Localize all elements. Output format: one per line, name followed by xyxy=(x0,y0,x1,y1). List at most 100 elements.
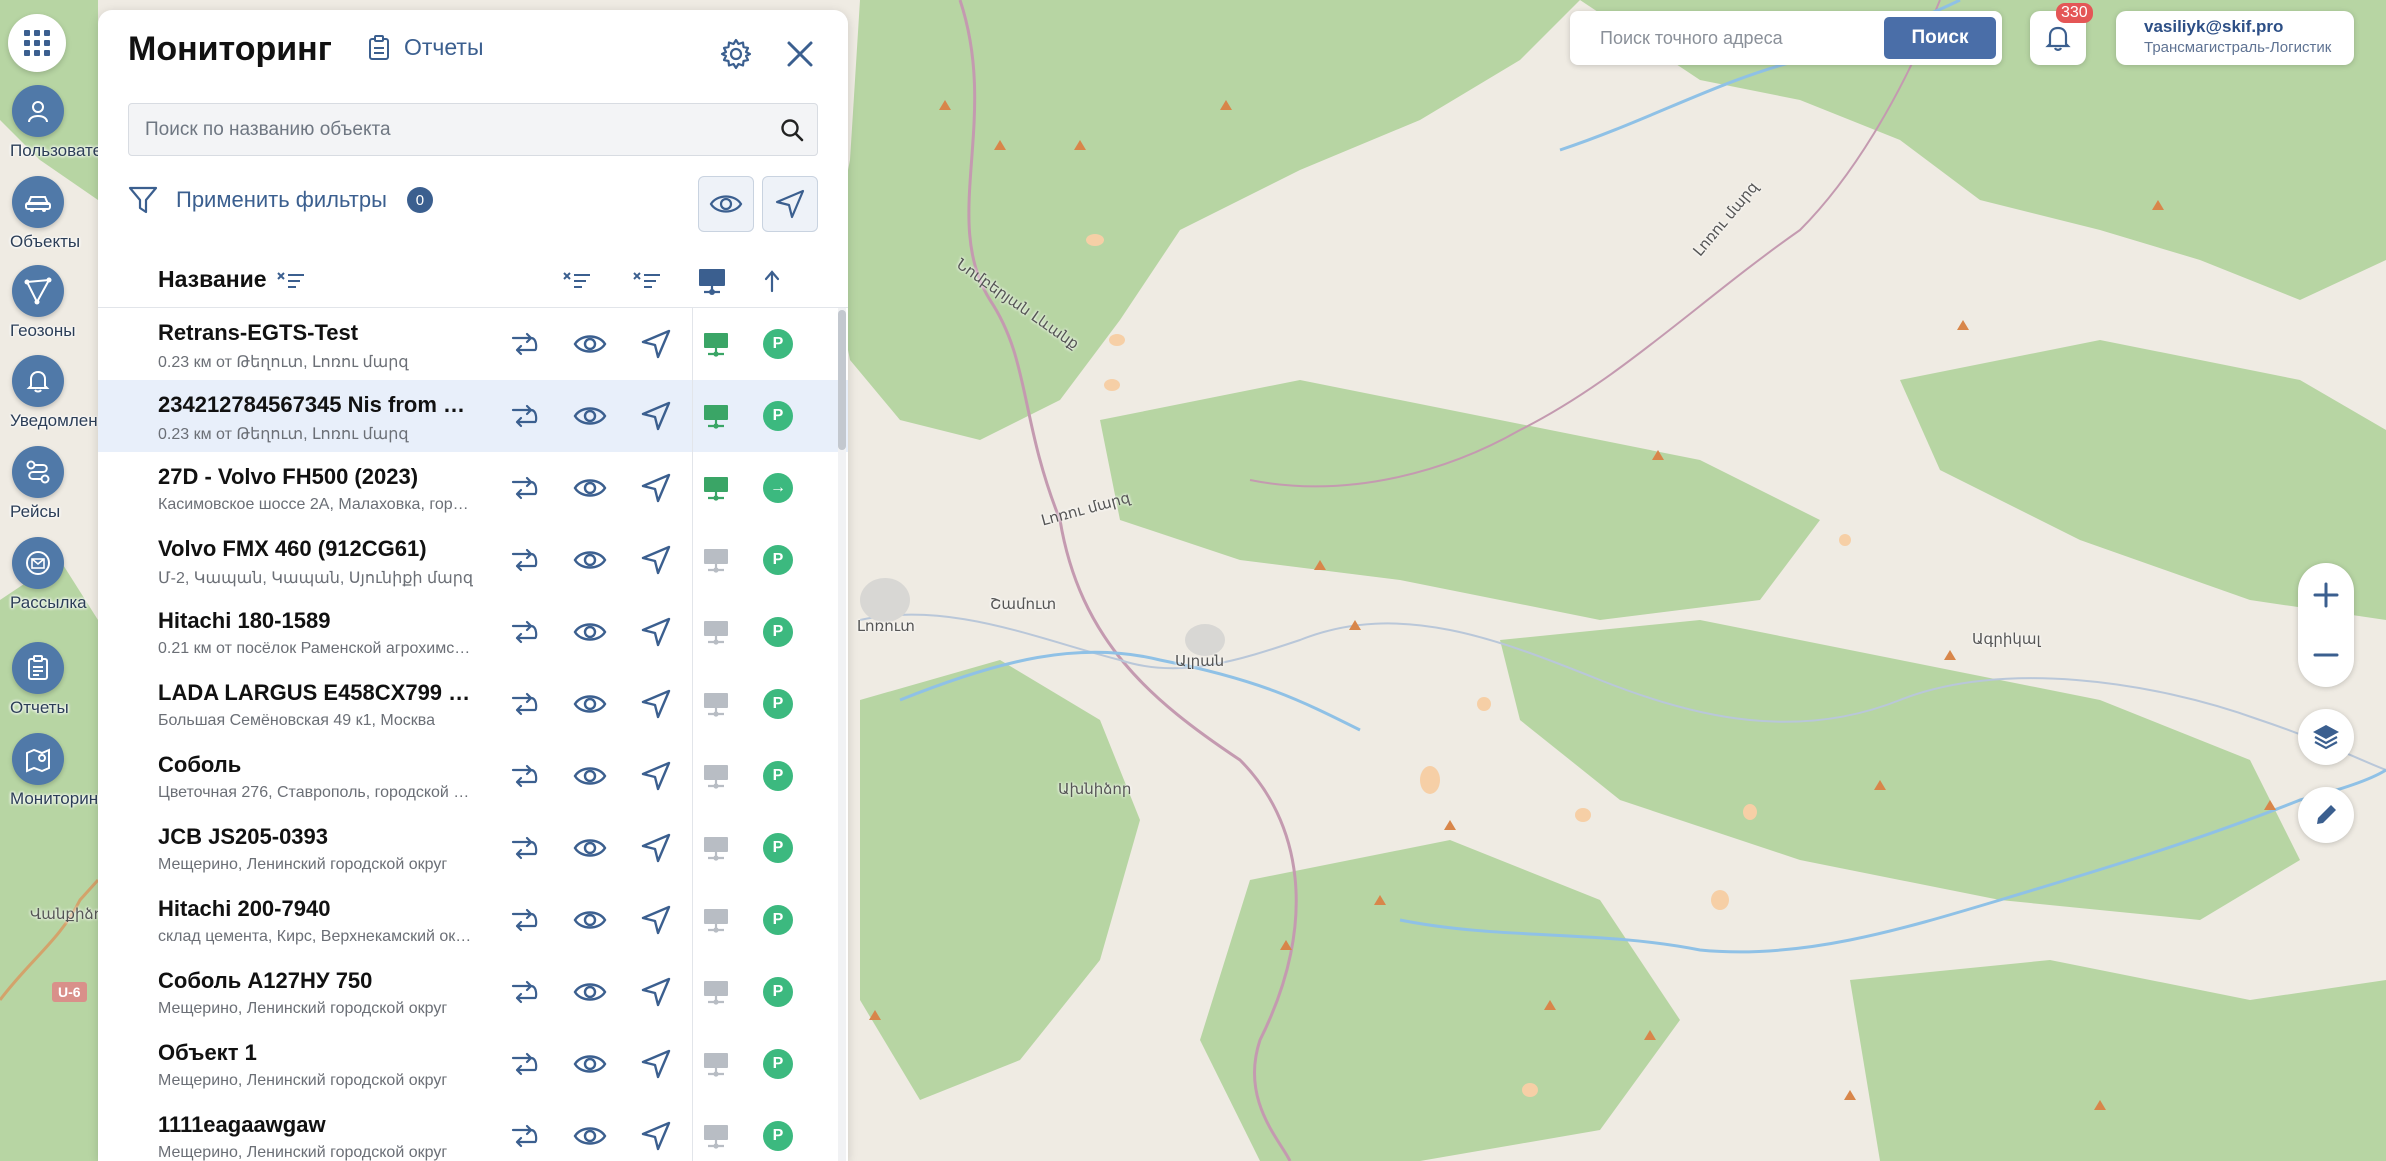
monitor-icon xyxy=(704,1053,728,1077)
reports-link[interactable]: Отчеты xyxy=(368,34,484,61)
plus-icon xyxy=(2313,582,2339,608)
apply-filters[interactable]: Применить фильтры 0 xyxy=(128,186,433,214)
show-on-map-button[interactable] xyxy=(572,470,608,506)
table-row[interactable]: LADA LARGUS E458CX799 (ДТП) Большая Семё… xyxy=(98,668,848,740)
filters-count-badge: 0 xyxy=(406,187,433,213)
list-scrollbar-thumb[interactable] xyxy=(838,310,846,450)
rail-button[interactable] xyxy=(12,85,64,137)
clear-filter-button[interactable] xyxy=(560,266,594,296)
tracks-button[interactable] xyxy=(506,758,542,794)
follow-all-button[interactable] xyxy=(762,176,818,232)
map-label: Ագրիկալ xyxy=(1972,630,2041,648)
rail-button[interactable] xyxy=(12,355,64,407)
follow-button[interactable] xyxy=(638,902,674,938)
draw-button[interactable] xyxy=(2298,787,2354,843)
rail-button[interactable] xyxy=(12,265,64,317)
table-row[interactable]: Соболь Цветочная 276, Ставрополь, городс… xyxy=(98,740,848,812)
tracks-button[interactable] xyxy=(506,902,542,938)
table-row[interactable]: Hitachi 180-1589 0.21 км от посёлок Раме… xyxy=(98,596,848,668)
object-name: Retrans-EGTS-Test xyxy=(158,320,359,345)
navigate-icon xyxy=(641,473,671,503)
tracks-button[interactable] xyxy=(506,830,542,866)
map-label: Ախնիձոր xyxy=(1058,780,1132,798)
apps-grid-button[interactable] xyxy=(8,14,66,72)
clear-filter-button[interactable] xyxy=(630,266,664,296)
object-search-input[interactable] xyxy=(129,104,759,155)
object-name: LADA LARGUS E458CX799 (ДТП) xyxy=(158,680,473,705)
layers-button[interactable] xyxy=(2298,709,2354,765)
follow-button[interactable] xyxy=(638,686,674,722)
close-button[interactable] xyxy=(782,36,818,72)
column-status-sort[interactable] xyxy=(755,266,789,296)
follow-button[interactable] xyxy=(638,830,674,866)
rail-button[interactable] xyxy=(12,537,64,589)
search-icon[interactable] xyxy=(779,117,805,148)
tracks-button[interactable] xyxy=(506,614,542,650)
status-badge: P xyxy=(763,977,793,1007)
table-row[interactable]: Объект 1 Мещерино, Ленинский городской о… xyxy=(98,1028,848,1100)
show-on-map-button[interactable] xyxy=(572,830,608,866)
table-row[interactable]: Volvo FMX 460 (912CG61) Մ-2, Կապան, Կապա… xyxy=(98,524,848,596)
apply-filters-label: Применить фильтры xyxy=(176,187,387,212)
monitor-icon xyxy=(704,405,728,429)
table-row[interactable]: 1111eagaawgaw Мещерино, Ленинский городс… xyxy=(98,1100,848,1161)
show-on-map-button[interactable] xyxy=(572,614,608,650)
show-all-button[interactable] xyxy=(698,176,754,232)
eye-icon xyxy=(573,839,607,857)
zoom-out-button[interactable] xyxy=(2298,625,2354,685)
table-row[interactable]: 234212784567345 Nis from Retrans 0.23 км… xyxy=(98,380,848,452)
tracks-button[interactable] xyxy=(506,470,542,506)
show-on-map-button[interactable] xyxy=(572,686,608,722)
follow-button[interactable] xyxy=(638,398,674,434)
tracks-button[interactable] xyxy=(506,1118,542,1154)
tracks-button[interactable] xyxy=(506,1046,542,1082)
show-on-map-button[interactable] xyxy=(572,326,608,362)
show-on-map-button[interactable] xyxy=(572,902,608,938)
follow-button[interactable] xyxy=(638,1046,674,1082)
object-address: Մ-2, Կապան, Կապան, Սյունիքի մարզ xyxy=(158,570,473,587)
map-label: Լոռուտ xyxy=(857,617,915,635)
follow-button[interactable] xyxy=(638,974,674,1010)
table-row[interactable]: Retrans-EGTS-Test 0.23 км от Թեղուտ, Լոռ… xyxy=(98,308,848,380)
column-connection-header[interactable] xyxy=(695,266,729,296)
object-search xyxy=(128,103,818,156)
zoom-in-button[interactable] xyxy=(2298,565,2354,625)
show-on-map-button[interactable] xyxy=(572,1118,608,1154)
follow-button[interactable] xyxy=(638,542,674,578)
object-name: Объект 1 xyxy=(158,1040,257,1065)
table-row[interactable]: JCB JS205-0393 Мещерино, Ленинский город… xyxy=(98,812,848,884)
filter-icon xyxy=(128,186,158,214)
address-search-input[interactable] xyxy=(1570,11,1880,65)
address-search-button[interactable]: Поиск xyxy=(1884,17,1996,59)
user-menu[interactable]: vasiliyk@skif.pro Трансмагистраль-Логист… xyxy=(2116,11,2354,65)
navigate-icon xyxy=(641,1121,671,1151)
tracks-button[interactable] xyxy=(506,398,542,434)
column-name-header[interactable]: Название xyxy=(158,266,267,293)
apps-grid-icon xyxy=(24,30,50,56)
minus-icon xyxy=(2313,653,2339,657)
tracks-button[interactable] xyxy=(506,326,542,362)
show-on-map-button[interactable] xyxy=(572,758,608,794)
follow-button[interactable] xyxy=(638,614,674,650)
geozone-icon xyxy=(24,277,52,305)
follow-button[interactable] xyxy=(638,758,674,794)
rail-button[interactable] xyxy=(12,733,64,785)
show-on-map-button[interactable] xyxy=(572,542,608,578)
tracks-button[interactable] xyxy=(506,542,542,578)
show-on-map-button[interactable] xyxy=(572,398,608,434)
settings-button[interactable] xyxy=(718,36,754,72)
rail-button[interactable] xyxy=(12,176,64,228)
table-row[interactable]: Hitachi 200-7940 склад цемента, Кирс, Ве… xyxy=(98,884,848,956)
tracks-button[interactable] xyxy=(506,974,542,1010)
table-row[interactable]: 27D - Volvo FH500 (2023) Касимовское шос… xyxy=(98,452,848,524)
rail-button[interactable] xyxy=(12,446,64,498)
follow-button[interactable] xyxy=(638,1118,674,1154)
show-on-map-button[interactable] xyxy=(572,1046,608,1082)
follow-button[interactable] xyxy=(638,470,674,506)
rail-button[interactable] xyxy=(12,642,64,694)
table-row[interactable]: Соболь А127НУ 750 Мещерино, Ленинский го… xyxy=(98,956,848,1028)
show-on-map-button[interactable] xyxy=(572,974,608,1010)
follow-button[interactable] xyxy=(638,326,674,362)
tracks-button[interactable] xyxy=(506,686,542,722)
clear-sort-button[interactable] xyxy=(274,266,308,296)
